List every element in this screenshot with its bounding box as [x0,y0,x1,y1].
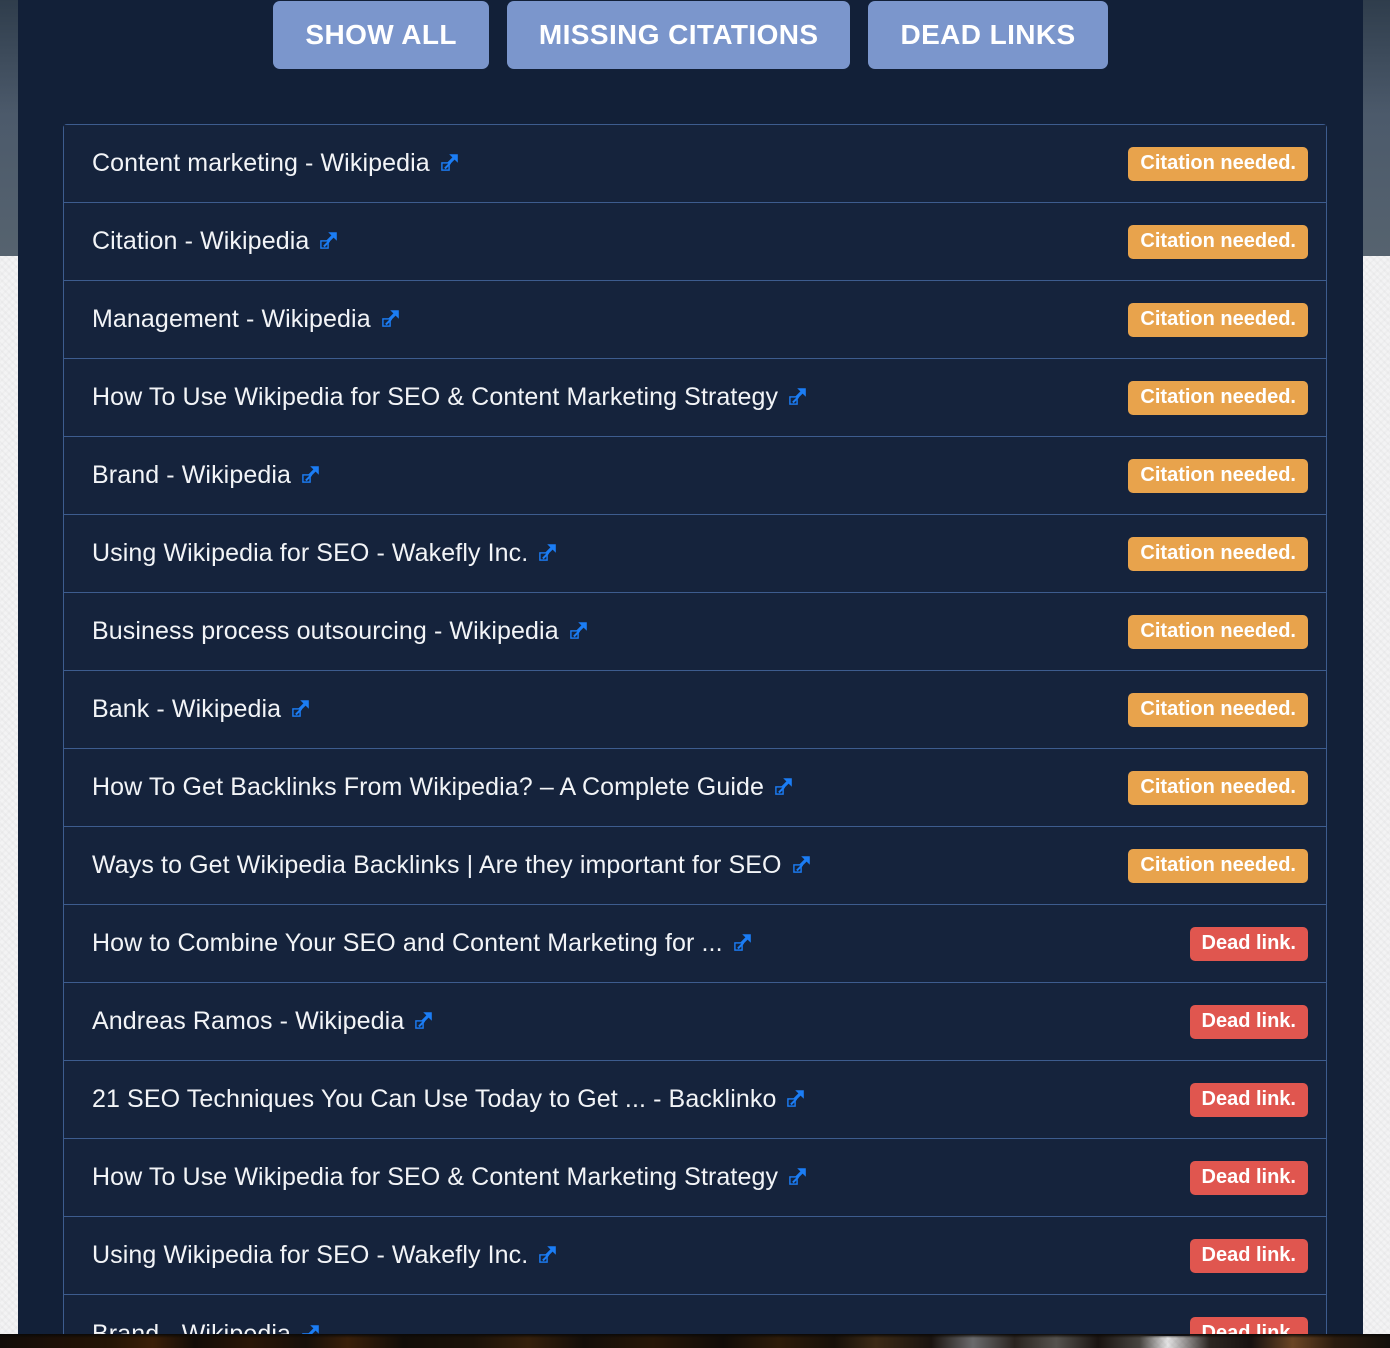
result-row: Using Wikipedia for SEO - Wakefly Inc. De… [64,1217,1326,1295]
status-badge-dead: Dead link. [1189,1004,1308,1039]
result-link[interactable]: Business process outsourcing - Wikipedia [92,617,588,646]
result-link[interactable]: Citation - Wikipedia [92,227,338,256]
external-link-icon [792,855,811,874]
result-link[interactable]: Content marketing - Wikipedia [92,149,459,178]
status-badge-citation: Citation needed. [1128,614,1308,649]
result-row: Management - Wikipedia Citation needed. [64,281,1326,359]
status-badge-dead: Dead link. [1189,1082,1308,1117]
result-title: Business process outsourcing - Wikipedia [92,617,559,645]
result-title: Using Wikipedia for SEO - Wakefly Inc. [92,539,529,567]
external-link-icon [774,777,793,796]
external-link-icon [440,153,459,172]
result-link[interactable]: How To Use Wikipedia for SEO & Content M… [92,1163,807,1192]
status-badge-citation: Citation needed. [1128,458,1308,493]
external-link-icon [538,543,557,562]
result-row: How to Combine Your SEO and Content Mark… [64,905,1326,983]
external-link-icon [381,309,400,328]
result-title: 21 SEO Techniques You Can Use Today to G… [92,1085,777,1113]
status-badge-citation: Citation needed. [1128,224,1308,259]
external-link-icon [788,387,807,406]
result-title: Bank - Wikipedia [92,695,282,723]
status-badge-citation: Citation needed. [1128,146,1308,181]
result-row: Andreas Ramos - Wikipedia Dead link. [64,983,1326,1061]
result-row: Business process outsourcing - Wikipedia… [64,593,1326,671]
link-audit-panel: SHOW ALL MISSING CITATIONS DEAD LINKS Cont… [18,0,1363,1336]
result-title: Content marketing - Wikipedia [92,149,430,177]
result-link[interactable]: Using Wikipedia for SEO - Wakefly Inc. [92,539,557,568]
result-title: Management - Wikipedia [92,305,371,333]
external-link-icon [786,1089,805,1108]
status-badge-dead: Dead link. [1189,1160,1308,1195]
status-badge-citation: Citation needed. [1128,770,1308,805]
status-badge-citation: Citation needed. [1128,302,1308,337]
result-title: How To Get Backlinks From Wikipedia? – A… [92,773,764,801]
result-link[interactable]: How To Get Backlinks From Wikipedia? – A… [92,773,793,802]
external-link-icon [788,1167,807,1186]
external-link-icon [733,933,752,952]
result-title: Using Wikipedia for SEO - Wakefly Inc. [92,1241,529,1269]
filter-toolbar: SHOW ALL MISSING CITATIONS DEAD LINKS [18,0,1363,72]
result-link[interactable]: How to Combine Your SEO and Content Mark… [92,929,752,958]
result-title: How To Use Wikipedia for SEO & Content M… [92,1163,779,1191]
status-badge-dead: Dead link. [1189,926,1308,961]
result-link[interactable]: Using Wikipedia for SEO - Wakefly Inc. [92,1241,557,1270]
result-link[interactable]: Andreas Ramos - Wikipedia [92,1007,433,1036]
external-link-icon [319,231,338,250]
result-row: How To Use Wikipedia for SEO & Content M… [64,1139,1326,1217]
external-link-icon [301,465,320,484]
status-badge-dead: Dead link. [1189,1238,1308,1273]
filter-button-show-all[interactable]: SHOW ALL [273,0,489,69]
result-title: Andreas Ramos - Wikipedia [92,1007,405,1035]
status-badge-citation: Citation needed. [1128,536,1308,571]
result-link[interactable]: Bank - Wikipedia [92,695,310,724]
external-link-icon [538,1245,557,1264]
external-link-icon [291,699,310,718]
status-badge-citation: Citation needed. [1128,380,1308,415]
result-title: How To Use Wikipedia for SEO & Content M… [92,383,779,411]
external-link-icon [414,1011,433,1030]
result-link[interactable]: How To Use Wikipedia for SEO & Content M… [92,383,807,412]
result-row: Brand - Wikipedia Dead link. [64,1295,1326,1336]
status-badge-citation: Citation needed. [1128,848,1308,883]
status-badge-citation: Citation needed. [1128,692,1308,727]
result-row: 21 SEO Techniques You Can Use Today to G… [64,1061,1326,1139]
result-row: Bank - Wikipedia Citation needed. [64,671,1326,749]
result-title: Ways to Get Wikipedia Backlinks | Are th… [92,851,782,879]
result-link[interactable]: Brand - Wikipedia [92,461,320,490]
result-row: Citation - Wikipedia Citation needed. [64,203,1326,281]
result-row: Content marketing - Wikipedia Citation ne… [64,125,1326,203]
result-row: Using Wikipedia for SEO - Wakefly Inc. Ci… [64,515,1326,593]
result-title: Citation - Wikipedia [92,227,310,255]
result-row: Brand - Wikipedia Citation needed. [64,437,1326,515]
filter-button-missing-citations[interactable]: MISSING CITATIONS [506,0,851,69]
result-title: How to Combine Your SEO and Content Mark… [92,929,723,957]
result-title: Brand - Wikipedia [92,461,292,489]
result-row: Ways to Get Wikipedia Backlinks | Are th… [64,827,1326,905]
result-link[interactable]: 21 SEO Techniques You Can Use Today to G… [92,1085,805,1114]
result-row: How To Get Backlinks From Wikipedia? – A… [64,749,1326,827]
filter-button-dead-links[interactable]: DEAD LINKS [868,0,1108,69]
bottom-photo-strip [0,1334,1390,1348]
external-link-icon [569,621,588,640]
results-list: Content marketing - Wikipedia Citation ne… [63,124,1327,1336]
result-row: How To Use Wikipedia for SEO & Content M… [64,359,1326,437]
result-link[interactable]: Management - Wikipedia [92,305,400,334]
result-link[interactable]: Ways to Get Wikipedia Backlinks | Are th… [92,851,811,880]
